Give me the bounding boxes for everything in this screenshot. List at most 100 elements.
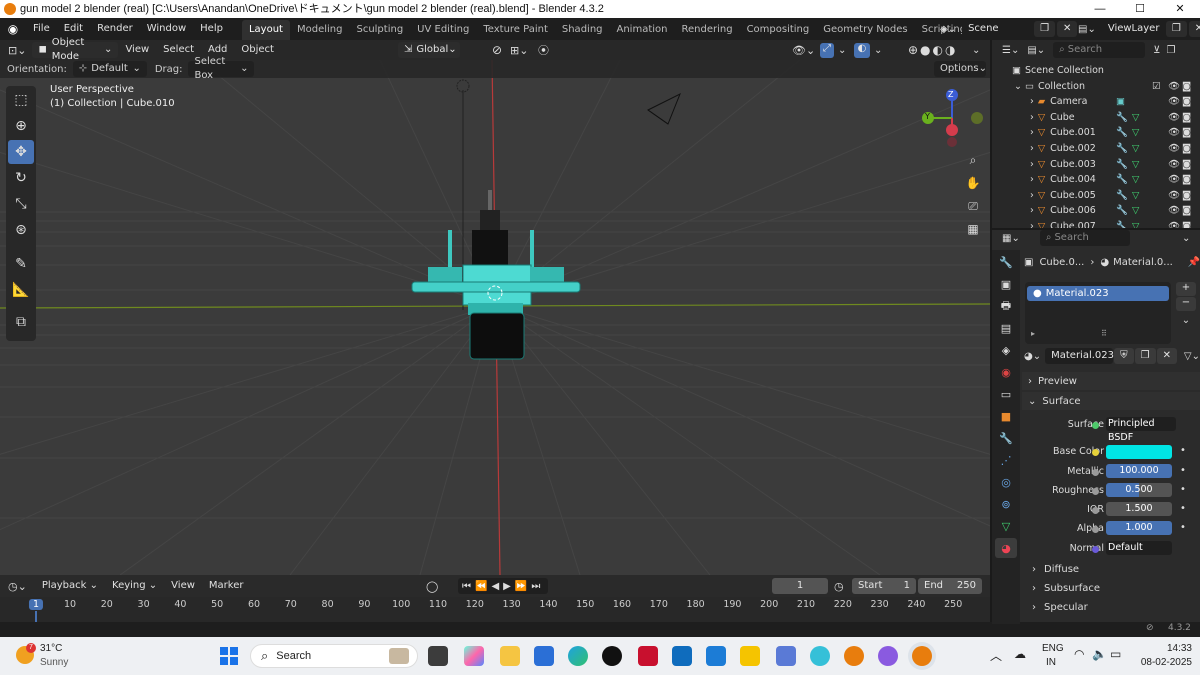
unlink-material-icon[interactable]: ✕ <box>1156 348 1177 364</box>
pan-hand-icon[interactable]: ✋ <box>962 172 984 194</box>
modifier-icon[interactable]: 🔧 <box>1116 125 1128 141</box>
link-type-icon[interactable]: ▽⌄ <box>1184 351 1200 362</box>
properties-editor-icon[interactable]: ▦⌄ <box>1002 233 1020 244</box>
outliner-editor-icon[interactable]: ☰⌄ <box>1002 45 1019 56</box>
playback-controls[interactable]: ⏮ ⏪ ◀ ▶ ⏩ ⏭ <box>458 578 549 594</box>
snap-options-icon[interactable]: ⊞⌄ <box>510 44 528 57</box>
scene-tab-icon[interactable]: ◈ <box>995 340 1017 360</box>
auto-keying-icon[interactable]: ◯ <box>426 580 438 593</box>
tab-shading[interactable]: Shading <box>555 20 610 40</box>
timeline-editor-icon[interactable]: ◷⌄ <box>8 580 27 593</box>
task-view-icon[interactable] <box>428 646 448 666</box>
camera-render-icon[interactable]: ◙ <box>1182 188 1191 204</box>
3d-viewport[interactable]: User Perspective (1) Collection | Cube.0… <box>0 60 990 575</box>
play-reverse-icon[interactable]: ◀ <box>491 581 503 592</box>
alpha-field[interactable]: 1.000 <box>1106 521 1172 535</box>
subpanel-diffuse[interactable]: › Diffuse <box>1032 560 1079 578</box>
visibility-icon[interactable]: 👁⌄ <box>792 44 815 57</box>
display-mode-icon[interactable]: ▤⌄ <box>1027 45 1045 56</box>
expand-list-icon[interactable]: ▸ <box>1031 329 1035 338</box>
keyframe-dot-icon[interactable]: • <box>1180 522 1186 533</box>
panel-surface[interactable]: ⌄ Surface <box>1022 392 1200 410</box>
mesh-data-icon[interactable]: ▽ <box>1132 172 1139 188</box>
menu-window[interactable]: Window <box>140 18 193 40</box>
outliner-collection[interactable]: ⌄ ▭ Collection ☑ 👁 ◙ <box>992 79 1200 95</box>
material-name-field[interactable]: Material.023 <box>1045 348 1114 364</box>
new-scene-icon[interactable]: ❐ <box>1034 21 1056 37</box>
keyframe-dot-icon[interactable]: • <box>1180 503 1186 514</box>
viewport-menu-object[interactable]: Object <box>234 39 281 61</box>
properties-options-icon[interactable]: ⌄ <box>1182 233 1190 244</box>
camera-render-icon[interactable]: ◙ <box>1182 110 1191 126</box>
scene-selector[interactable]: ◈⌄ Scene ❐ ✕ <box>940 20 1078 38</box>
tab-modeling[interactable]: Modeling <box>290 20 350 40</box>
scale-tool-icon[interactable]: ⤡ <box>8 192 34 216</box>
taskbar-search[interactable]: ⌕ Search <box>250 644 418 668</box>
add-cube-tool-icon[interactable]: ⧉ <box>8 310 34 334</box>
outliner-item[interactable]: › ▽ Cube.004 🔧 ▽ 👁 ◙ <box>992 172 1200 188</box>
modifier-icon[interactable]: 🔧 <box>1116 203 1128 219</box>
mesh-data-icon[interactable]: ▽ <box>1132 125 1139 141</box>
properties-search[interactable]: ⌕ Search <box>1039 230 1130 246</box>
constraints-tab-icon[interactable]: ⊚ <box>995 494 1017 514</box>
blender-menu-icon[interactable]: ◉ <box>0 22 26 36</box>
subpanel-specular[interactable]: › Specular <box>1032 598 1088 616</box>
eye-icon[interactable]: 👁 <box>1168 172 1180 188</box>
measure-tool-icon[interactable]: 📐 <box>8 278 34 302</box>
outliner-item[interactable]: › ▽ Cube.006 🔧 ▽ 👁 ◙ <box>992 203 1200 219</box>
outlook-icon[interactable] <box>672 646 692 666</box>
tab-layout[interactable]: Layout <box>241 19 290 40</box>
prev-keyframe-icon[interactable]: ⏪ <box>475 581 491 592</box>
mesh-data-icon[interactable]: ▽ <box>1132 203 1139 219</box>
tab-compositing[interactable]: Compositing <box>740 20 817 40</box>
subpanel-subsurface[interactable]: › Subsurface <box>1032 579 1100 597</box>
material-slot-item[interactable]: ● Material.023 <box>1027 286 1169 301</box>
new-view-layer-icon[interactable]: ❐ <box>1165 21 1187 37</box>
list-resize-handle-icon[interactable]: ⠿ <box>1101 329 1107 338</box>
view-layer-tab-icon[interactable]: ▤ <box>995 318 1017 338</box>
expand-icon[interactable]: › <box>1030 96 1034 107</box>
remove-slot-button[interactable]: − <box>1176 297 1196 311</box>
keyframe-dot-icon[interactable]: • <box>1180 445 1186 456</box>
pin-icon[interactable]: 📌 <box>1188 257 1200 268</box>
delete-view-layer-icon[interactable]: ✕ <box>1188 21 1200 37</box>
mode-dropdown[interactable]: ◼ Object Mode ⌄ <box>32 37 119 62</box>
camera-view-icon[interactable]: ⎚ <box>962 195 984 217</box>
blender-active-icon[interactable] <box>912 646 932 666</box>
camera-render-icon[interactable]: ◙ <box>1182 157 1191 173</box>
modifier-icon[interactable]: 🔧 <box>1116 188 1128 204</box>
expand-icon[interactable]: › <box>1030 159 1034 170</box>
camera-data-icon[interactable]: ▣ <box>1116 94 1125 110</box>
panel-preview[interactable]: › Preview <box>1022 372 1200 390</box>
snap-icon[interactable]: ⊘ <box>492 43 502 57</box>
mesh-data-icon[interactable]: ▽ <box>1132 141 1139 157</box>
particles-tab-icon[interactable]: ⋰ <box>995 450 1017 470</box>
output-tab-icon[interactable]: 🖶 <box>995 296 1017 316</box>
view-layer-name[interactable]: ViewLayer <box>1101 21 1164 37</box>
start-frame-field[interactable]: Start 1 <box>852 578 916 594</box>
camera-render-icon[interactable]: ◙ <box>1182 79 1191 95</box>
tab-sculpting[interactable]: Sculpting <box>349 20 410 40</box>
select-tool-icon[interactable]: ⬚ <box>8 88 34 112</box>
tray-overflow-icon[interactable]: ︿ <box>990 647 1002 664</box>
scene-name[interactable]: Scene <box>962 21 1033 37</box>
outliner-item[interactable]: › ▽ Cube.003 🔧 ▽ 👁 ◙ <box>992 157 1200 173</box>
timeline-menu-view[interactable]: View <box>164 575 202 597</box>
add-slot-button[interactable]: + <box>1176 282 1196 296</box>
collection-checkbox[interactable]: ☑ <box>1152 79 1161 95</box>
close-button[interactable]: ✕ <box>1160 0 1200 18</box>
eye-icon[interactable]: 👁 <box>1168 110 1180 126</box>
gizmo-toggle-icon[interactable]: ⤢ <box>820 42 834 58</box>
duplicate-material-icon[interactable]: ❐ <box>1134 348 1156 364</box>
expand-icon[interactable]: › <box>1030 190 1034 201</box>
rotate-tool-icon[interactable]: ↻ <box>8 166 34 190</box>
playhead-frame[interactable]: 1 <box>28 599 44 610</box>
timeline-menu-marker[interactable]: Marker <box>202 575 251 597</box>
surface-shader-field[interactable]: Principled BSDF <box>1106 417 1176 443</box>
weather-temp[interactable]: 31°C <box>40 643 62 654</box>
expand-icon[interactable]: › <box>1030 143 1034 154</box>
store-icon[interactable] <box>534 646 554 666</box>
expand-icon[interactable]: › <box>1030 205 1034 216</box>
dell-icon[interactable] <box>602 646 622 666</box>
chat-app-icon[interactable] <box>878 646 898 666</box>
